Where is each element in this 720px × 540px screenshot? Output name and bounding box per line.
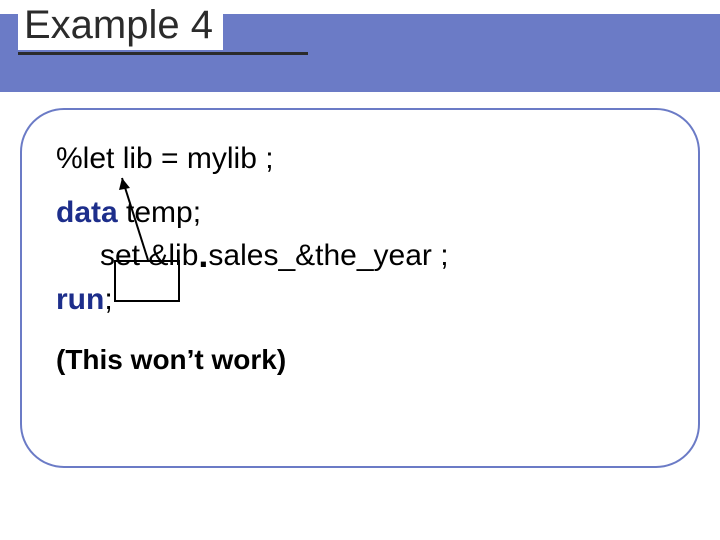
code-line-1: %let lib = mylib ; xyxy=(56,140,676,178)
title-underline xyxy=(18,52,308,55)
code-block: %let lib = mylib ; data temp; set &lib.s… xyxy=(56,140,676,377)
code-line-2-rest: temp; xyxy=(118,196,201,229)
code-set: set xyxy=(100,239,148,272)
slide-title: Example 4 xyxy=(18,2,223,50)
code-line-2: data temp; xyxy=(56,194,676,232)
code-line-4: run; xyxy=(56,281,676,319)
keyword-run: run xyxy=(56,283,104,316)
slide: Example 4 %let lib = mylib ; data temp; … xyxy=(0,0,720,540)
keyword-data: data xyxy=(56,196,118,229)
code-line-4-rest: ; xyxy=(104,283,112,316)
code-line-3: set &lib.sales_&the_year ; xyxy=(56,237,676,275)
code-line-3-rest: sales_&the_year ; xyxy=(208,239,448,272)
code-period: . xyxy=(198,234,208,275)
code-lib-ref: &lib xyxy=(148,239,198,272)
footnote: (This won’t work) xyxy=(56,342,676,377)
